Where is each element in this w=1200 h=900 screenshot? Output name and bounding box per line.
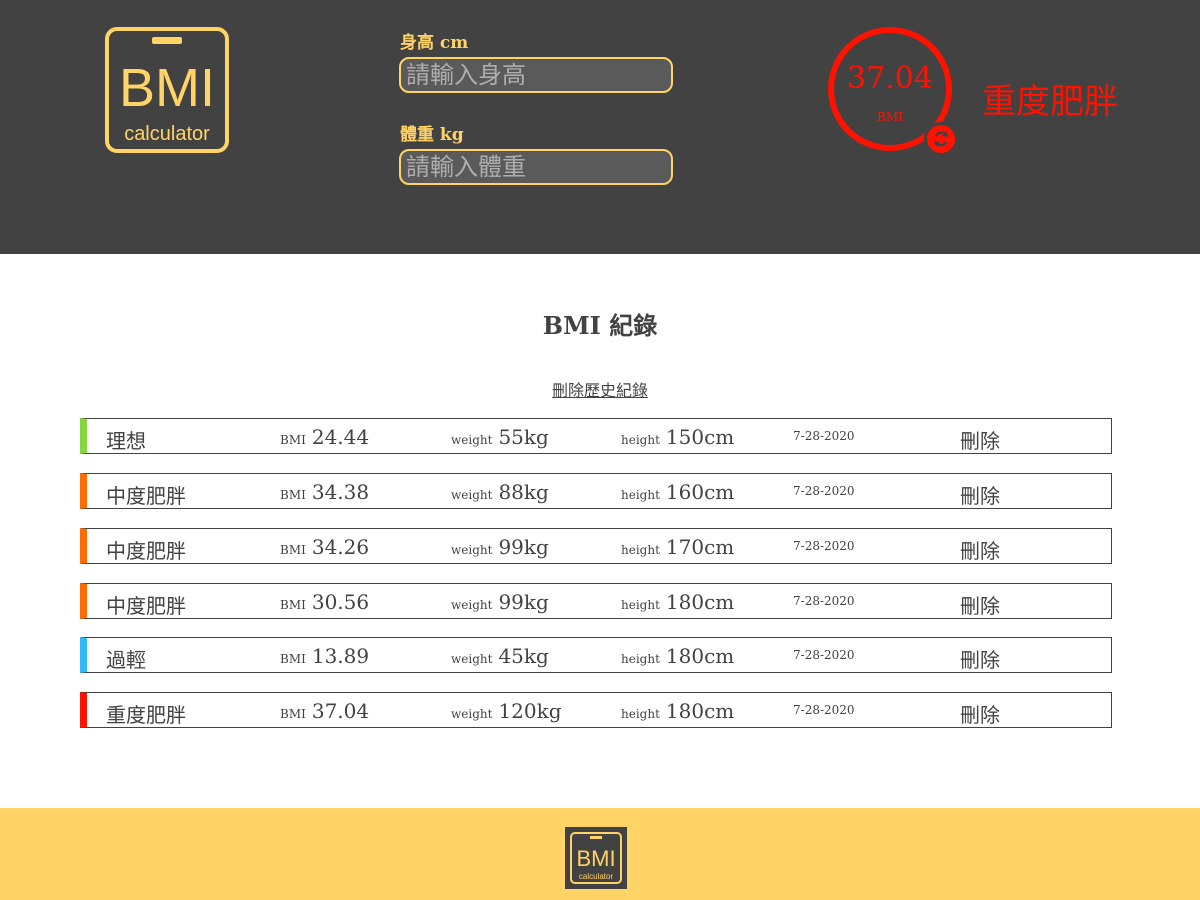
record-date: 7-28-2020 [793,703,855,717]
record-bmi-label: BMI [280,598,306,612]
record-weight-value: 88kg [498,480,549,504]
weight-input[interactable] [399,149,673,185]
record-row: 中度肥胖 BMI 34.38 weight 88kg height 160cm 7-2… [80,473,1112,509]
result-bmi-value: 37.04 [847,61,933,96]
record-bmi-value: 34.38 [311,480,370,504]
record-weight: weight 45kg [451,644,549,668]
record-weight-value: 55kg [498,425,549,449]
record-bmi-label: BMI [280,707,306,721]
record-date: 7-28-2020 [793,539,855,553]
record-date: 7-28-2020 [793,429,855,443]
record-weight-label: weight [451,433,493,447]
result-status: 重度肥胖 [982,82,1118,122]
record-weight-value: 120kg [498,699,562,723]
record-weight: weight 120kg [451,699,562,723]
record-height-value: 160cm [665,480,735,504]
record-status: 理想 [106,429,146,453]
records-title: BMI 紀錄 [542,311,658,340]
record-weight-label: weight [451,488,493,502]
record-height-label: height [621,488,660,502]
record-bmi-value: 13.89 [311,644,370,668]
record-height-label: height [621,598,660,612]
record-row: 中度肥胖 BMI 30.56 weight 99kg height 180cm 7-2… [80,583,1112,619]
record-weight-value: 99kg [498,590,549,614]
record-height-label: height [621,543,660,557]
header: BMI calculator 身高 cm 體重 kg 37.04 BMI 重度肥… [0,0,1200,254]
record-row: 過輕 BMI 13.89 weight 45kg height 180cm 7-28-… [80,637,1112,673]
record-height-value: 150cm [665,425,735,449]
record-bmi-label: BMI [280,488,306,502]
bmi-logo: BMI calculator [105,27,229,153]
record-bmi-value: 30.56 [311,590,370,614]
record-bmi: BMI 34.38 [280,480,369,504]
record-height-label: height [621,433,660,447]
record-bmi: BMI 24.44 [280,425,369,449]
record-weight: weight 99kg [451,535,549,559]
height-input[interactable] [399,57,673,93]
footer-logo-sub-text: calculator [579,872,614,881]
record-bmi-label: BMI [280,652,306,666]
record-row: 重度肥胖 BMI 37.04 weight 120kg height 180cm 7-… [80,692,1112,728]
record-status: 中度肥胖 [106,539,186,563]
record-delete-button[interactable]: 刪除 [960,425,1000,454]
record-height: height 160cm [621,480,734,504]
record-delete-button[interactable]: 刪除 [960,480,1000,509]
record-status: 中度肥胖 [106,484,186,508]
height-label: 身高 cm [400,33,469,53]
footer-logo-main-text: BMI [576,846,615,871]
result-bmi-unit: BMI [877,110,903,124]
record-weight-label: weight [451,598,493,612]
record-weight-label: weight [451,543,493,557]
record-date: 7-28-2020 [793,594,855,608]
record-delete-button[interactable]: 刪除 [960,699,1000,728]
footer-bmi-logo: BMI calculator [565,827,627,889]
record-delete-button[interactable]: 刪除 [960,590,1000,619]
record-height-value: 180cm [665,590,735,614]
logo-main-text: BMI [119,58,215,118]
record-bmi: BMI 37.04 [280,699,369,723]
record-height: height 170cm [621,535,734,559]
logo-sub-text: calculator [124,123,210,145]
record-height-value: 170cm [665,535,735,559]
clear-history-link[interactable]: 刪除歷史紀錄 [0,377,1200,401]
record-status: 重度肥胖 [106,703,186,727]
record-weight-value: 45kg [498,644,549,668]
record-weight: weight 99kg [451,590,549,614]
record-height-value: 180cm [665,644,735,668]
record-bmi: BMI 34.26 [280,535,369,559]
record-row: 中度肥胖 BMI 34.26 weight 99kg height 170cm 7-2… [80,528,1112,564]
record-status: 中度肥胖 [106,594,186,618]
record-weight: weight 88kg [451,480,549,504]
record-bmi-value: 37.04 [311,699,370,723]
record-height: height 180cm [621,644,734,668]
record-bmi-value: 34.26 [311,535,370,559]
record-row: 理想 BMI 24.44 weight 55kg height 150cm 7-28-… [80,418,1112,454]
record-height-value: 180cm [665,699,735,723]
record-height-label: height [621,652,660,666]
record-bmi-value: 24.44 [311,425,370,449]
record-status: 過輕 [106,648,146,672]
record-weight-label: weight [451,652,493,666]
record-bmi-label: BMI [280,433,306,447]
record-height: height 180cm [621,699,734,723]
record-delete-button[interactable]: 刪除 [960,535,1000,564]
record-bmi: BMI 13.89 [280,644,369,668]
record-height: height 150cm [621,425,734,449]
record-weight-label: weight [451,707,493,721]
record-weight-value: 99kg [498,535,549,559]
record-bmi-label: BMI [280,543,306,557]
record-date: 7-28-2020 [793,648,855,662]
record-height-label: height [621,707,660,721]
reset-button[interactable] [924,122,958,156]
record-height: height 180cm [621,590,734,614]
weight-label: 體重 kg [400,125,464,145]
record-delete-button[interactable]: 刪除 [960,644,1000,673]
refresh-icon [934,131,948,147]
record-bmi: BMI 30.56 [280,590,369,614]
record-date: 7-28-2020 [793,484,855,498]
record-weight: weight 55kg [451,425,549,449]
